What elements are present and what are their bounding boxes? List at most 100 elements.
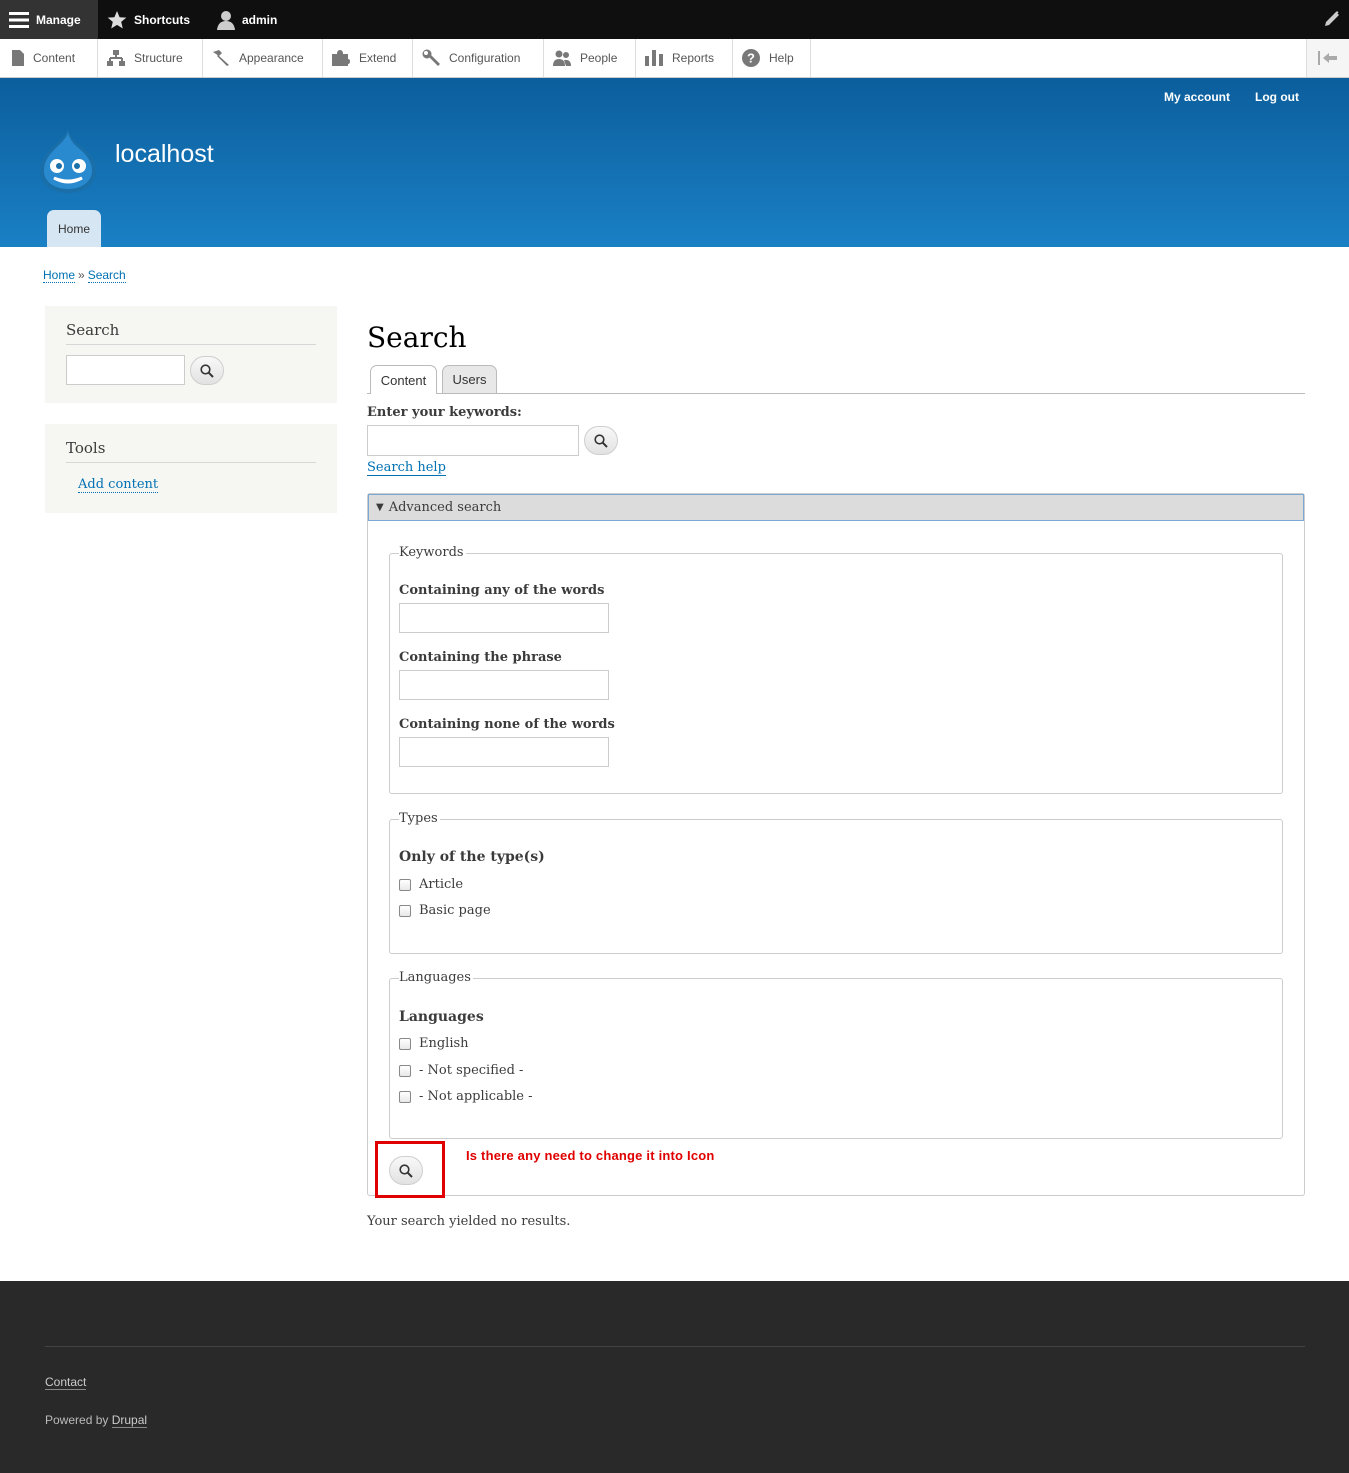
sitemap-icon: [107, 50, 125, 66]
advanced-search-toggle[interactable]: ▼ Advanced search: [368, 494, 1304, 521]
page-title: Search: [367, 321, 467, 354]
file-icon: [12, 50, 24, 66]
checkbox-label: - Not specified -: [419, 1063, 524, 1078]
user-icon: [217, 10, 235, 30]
collapse-left-icon: [1318, 51, 1337, 65]
tab-content[interactable]: Content: [370, 365, 437, 394]
sidebar-tools-block: Tools Add content: [45, 424, 337, 513]
bar-chart-icon: [645, 50, 663, 66]
powered-by: Powered by Drupal: [45, 1413, 148, 1428]
checkbox[interactable]: [399, 878, 411, 891]
annotation-highlight-box: [375, 1141, 445, 1198]
my-account-link[interactable]: My account: [1164, 90, 1230, 104]
manage-label: Manage: [36, 12, 81, 27]
types-label: Only of the type(s): [399, 849, 545, 865]
help-icon: ?: [742, 49, 760, 67]
tray-orientation-toggle[interactable]: [1306, 39, 1349, 77]
keywords-label: Enter your keywords:: [367, 405, 522, 420]
languages-fieldset: Languages: [389, 970, 1283, 1139]
drupal-logo[interactable]: [38, 128, 98, 194]
any-words-label: Containing any of the words: [399, 583, 605, 598]
tray-item-configuration[interactable]: Configuration: [413, 39, 544, 77]
breadcrumb-search[interactable]: Search: [87, 268, 126, 283]
menu-icon: [9, 11, 29, 28]
tray-item-label: Reports: [672, 51, 715, 65]
search-help-link[interactable]: Search help: [367, 460, 446, 476]
tray-item-label: Configuration: [449, 51, 521, 65]
site-name[interactable]: localhost: [115, 140, 214, 169]
checkbox-label: English: [419, 1036, 469, 1051]
none-words-label: Containing none of the words: [399, 717, 615, 732]
footer-divider: [45, 1346, 1305, 1347]
checkbox-label: Basic page: [419, 903, 491, 918]
types-fieldset: Types: [389, 811, 1283, 954]
pencil-icon[interactable]: [1323, 10, 1341, 28]
admin-toolbar: Manage Shortcuts admin: [0, 0, 1349, 39]
type-option-basic-page[interactable]: Basic page: [399, 903, 491, 918]
language-option-not-specified[interactable]: - Not specified -: [399, 1063, 523, 1078]
search-icon: [594, 433, 608, 448]
fieldset-legend: Languages: [399, 970, 473, 985]
site-footer: Contact Powered by Drupal: [0, 1281, 1349, 1473]
add-content-link[interactable]: Add content: [78, 477, 159, 493]
user-label: admin: [242, 12, 278, 27]
tray-item-people[interactable]: People: [544, 39, 636, 77]
tray-item-appearance[interactable]: Appearance: [203, 39, 323, 77]
tray-item-content[interactable]: Content: [0, 39, 98, 77]
advanced-search-label: Advanced search: [388, 500, 502, 515]
shortcuts-button[interactable]: Shortcuts: [107, 0, 190, 39]
drupal-link[interactable]: Drupal: [111, 1413, 148, 1428]
star-icon: [107, 10, 127, 28]
any-words-input[interactable]: [399, 603, 609, 633]
checkbox-label: - Not applicable -: [419, 1089, 533, 1104]
annotation-text: Is there any need to change it into Icon: [466, 1148, 715, 1163]
tray-item-help[interactable]: ? Help: [733, 39, 811, 77]
checkbox-label: Article: [419, 877, 464, 892]
none-words-input[interactable]: [399, 737, 609, 767]
puzzle-icon: [332, 50, 350, 66]
language-option-not-applicable[interactable]: - Not applicable -: [399, 1089, 533, 1104]
breadcrumb-home[interactable]: Home: [43, 268, 76, 283]
shortcuts-label: Shortcuts: [134, 12, 191, 27]
wrench-icon: [422, 49, 440, 66]
sidebar-search-button[interactable]: [190, 356, 224, 385]
paintbrush-icon: [213, 50, 229, 66]
tray-item-label: Content: [33, 51, 76, 65]
svg-text:?: ?: [747, 51, 755, 66]
language-option-english[interactable]: English: [399, 1036, 469, 1051]
phrase-label: Containing the phrase: [399, 650, 562, 665]
languages-label: Languages: [399, 1009, 484, 1025]
sidebar-search-input[interactable]: [66, 355, 185, 385]
checkbox[interactable]: [399, 904, 411, 917]
checkbox[interactable]: [399, 1037, 411, 1050]
checkbox[interactable]: [399, 1090, 411, 1103]
block-title: Search: [66, 306, 316, 345]
tabs-divider: [367, 393, 1305, 394]
tray-item-reports[interactable]: Reports: [636, 39, 733, 77]
keywords-search-button[interactable]: [584, 426, 618, 455]
block-title: Tools: [66, 424, 316, 463]
no-results-message: Your search yielded no results.: [367, 1214, 571, 1229]
tray-item-label: Structure: [134, 51, 183, 65]
log-out-link[interactable]: Log out: [1255, 90, 1299, 104]
checkbox[interactable]: [399, 1064, 411, 1077]
tray-item-label: Extend: [359, 51, 397, 65]
fieldset-legend: Types: [399, 811, 440, 826]
footer-contact-link[interactable]: Contact: [45, 1375, 87, 1390]
people-icon: [553, 50, 571, 66]
tray-item-extend[interactable]: Extend: [323, 39, 413, 77]
manage-button[interactable]: Manage: [0, 0, 98, 39]
keywords-input[interactable]: [367, 425, 579, 456]
tray-item-label: People: [580, 51, 618, 65]
powered-by-text: Powered by: [45, 1413, 109, 1427]
tab-users[interactable]: Users: [442, 365, 497, 393]
type-option-article[interactable]: Article: [399, 877, 463, 892]
user-button[interactable]: admin: [217, 0, 277, 39]
search-icon: [200, 363, 214, 378]
secondary-menu: My account Log out: [1164, 90, 1299, 104]
tray-item-structure[interactable]: Structure: [98, 39, 203, 77]
phrase-input[interactable]: [399, 670, 609, 700]
triangle-down-icon: ▼: [376, 502, 384, 513]
toolbar-tray: Content Structure Appearance Extend Conf…: [0, 39, 1349, 78]
main-menu-home[interactable]: Home: [47, 210, 101, 247]
